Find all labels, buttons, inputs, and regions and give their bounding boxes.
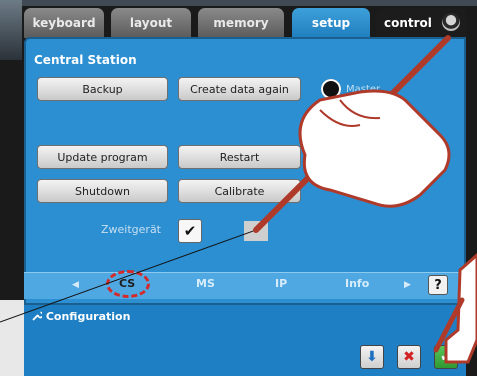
- pointer-line: [0, 229, 257, 323]
- second-hand-icon: [444, 252, 477, 364]
- annotation-overlay: [0, 35, 477, 364]
- hand-icon: [298, 89, 451, 208]
